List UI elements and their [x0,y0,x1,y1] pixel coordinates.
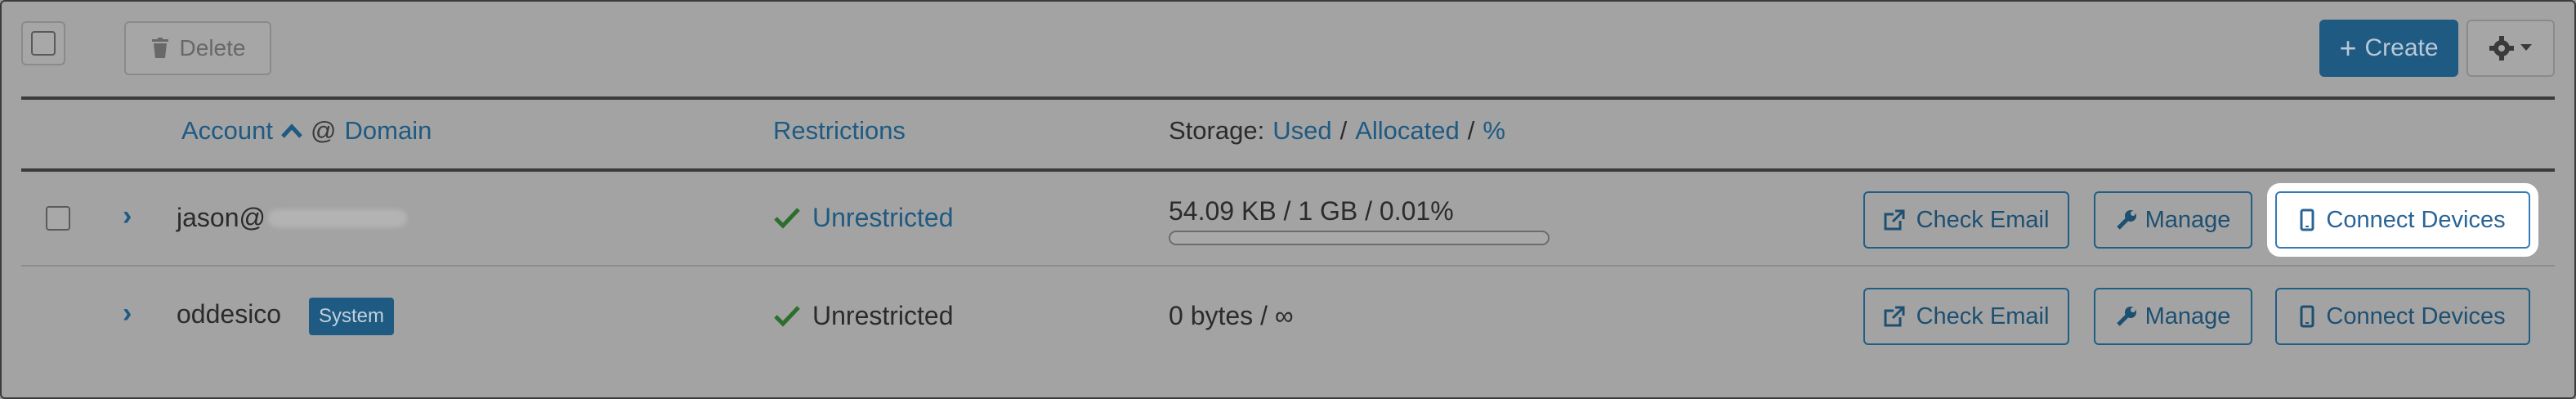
check-icon [774,306,800,327]
row-divider [21,265,2555,267]
account-sort-link[interactable]: Account [181,116,273,146]
email-accounts-panel: Delete + Create Account @ Domain Restric… [0,0,2576,399]
caret-down-icon [2520,44,2532,51]
delete-label: Delete [179,35,246,61]
storage-slash-2: / [1467,116,1475,145]
connect-devices-button[interactable]: Connect Devices [2267,183,2538,257]
check-email-label: Check Email [1916,206,2050,233]
header-divider [21,168,2555,172]
manage-button[interactable]: Manage [2094,288,2252,345]
wrench-icon [2116,210,2136,230]
select-all-button[interactable] [21,21,65,65]
plus-icon: + [2339,31,2357,65]
connect-devices-label: Connect Devices [2326,303,2506,330]
trash-icon [151,38,168,58]
check-email-button[interactable]: Check Email [1863,288,2069,345]
restrictions-header[interactable]: Restrictions [773,116,906,146]
delete-button[interactable]: Delete [124,21,271,75]
settings-dropdown-button[interactable] [2466,20,2555,77]
storage-slash-1: / [1339,116,1348,145]
gear-icon [2489,36,2514,61]
allocated-sort-link[interactable]: Allocated [1355,116,1460,146]
manage-label: Manage [2144,303,2231,330]
chevron-right-icon[interactable]: › [123,298,132,330]
mobile-icon [2300,305,2314,328]
restriction-status[interactable]: Unrestricted [812,203,954,233]
create-label: Create [2364,34,2439,61]
percent-sort-link[interactable]: % [1483,116,1505,146]
storage-progress-bar [1169,231,1550,245]
connect-devices-button[interactable]: Connect Devices [2275,288,2530,345]
select-all-checkbox[interactable] [31,31,56,56]
account-name: oddesico [177,299,282,329]
create-button[interactable]: + Create [2319,20,2458,77]
external-link-icon [1884,209,1905,231]
connect-devices-label: Connect Devices [2326,206,2506,233]
account-domain-header: Account @ Domain [181,116,432,146]
redacted-domain [268,209,407,227]
chevron-right-icon[interactable]: › [123,200,132,232]
account-name: jason@ [177,203,266,232]
used-sort-link[interactable]: Used [1272,116,1331,146]
storage-prefix: Storage: [1169,116,1265,145]
check-email-label: Check Email [1916,303,2050,330]
domain-sort-link[interactable]: Domain [345,116,432,146]
toolbar-divider [21,96,2555,100]
row-select-checkbox[interactable] [46,206,70,231]
sort-asc-icon[interactable] [281,123,302,138]
manage-label: Manage [2144,206,2231,233]
restriction-status[interactable]: Unrestricted [812,301,954,331]
storage-usage-text: 0 bytes / ∞ [1169,301,1294,330]
at-symbol: @ [311,116,337,145]
check-icon [774,208,800,229]
check-email-button[interactable]: Check Email [1863,191,2069,249]
external-link-icon [1884,306,1905,327]
system-badge: System [309,298,395,335]
storage-usage-text: 54.09 KB / 1 GB / 0.01% [1169,196,1454,226]
manage-button[interactable]: Manage [2094,191,2252,249]
mobile-icon [2300,208,2314,231]
wrench-icon [2116,307,2136,326]
storage-header: Storage: Used / Allocated / % [1169,116,1505,146]
